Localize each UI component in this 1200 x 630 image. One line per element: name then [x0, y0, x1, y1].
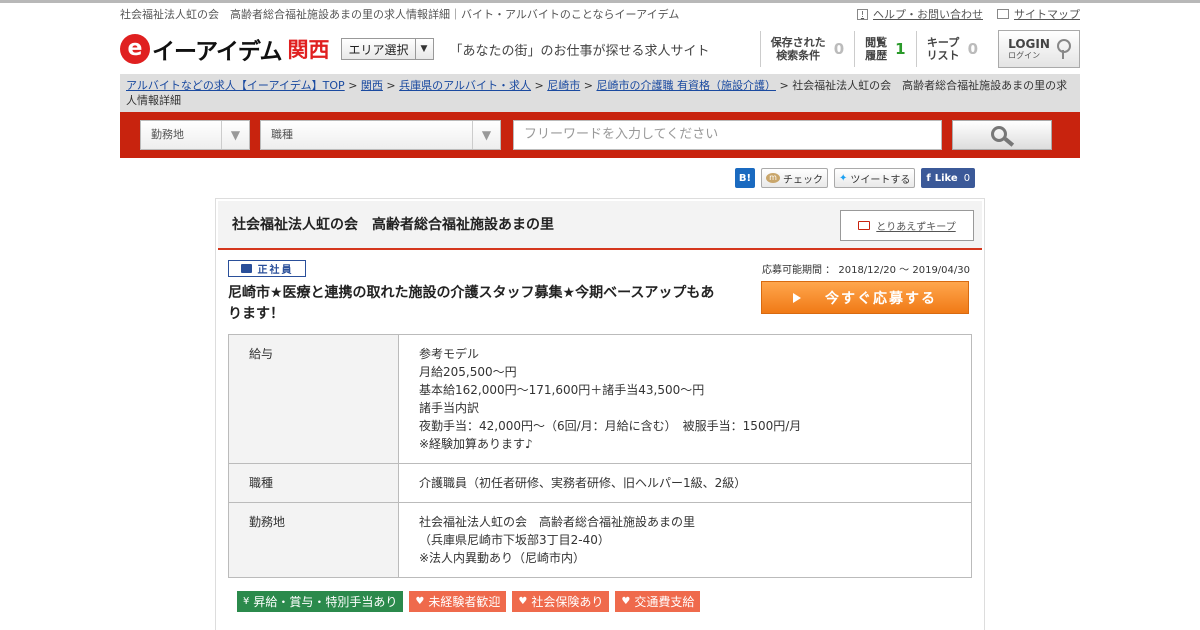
job-type-select[interactable]: 職種 ▼	[260, 120, 501, 150]
feature-tag: ♥ 交通費支給	[615, 591, 701, 612]
mixi-check-label: チェック	[783, 174, 823, 186]
tweet-button[interactable]: ✦ ツイートする	[834, 168, 916, 188]
breadcrumb-link[interactable]: 尼崎市	[547, 79, 580, 92]
area-select-label: エリア選択	[348, 42, 409, 57]
logo-region: 関西	[287, 38, 330, 62]
facebook-icon: f	[926, 172, 931, 184]
stat-value: 1	[895, 40, 906, 58]
breadcrumb-link[interactable]: アルバイトなどの求人【イーアイデム】TOP	[126, 79, 345, 92]
social-buttons: B! m チェック ✦ ツイートする f Like 0	[735, 168, 976, 188]
chevron-down-icon: ▼	[221, 121, 249, 149]
detail-value: 社会福祉法人虹の会 高齢者総合福祉施設あまの里 （兵庫県尼崎市下坂部3丁目2-4…	[398, 502, 972, 578]
heart-icon: ♥	[621, 596, 631, 607]
chevron-down-icon: ▼	[472, 121, 500, 149]
area-select-button[interactable]: エリア選択 ▼	[341, 38, 434, 60]
top-bar: 社会福祉法人虹の会 高齢者総合福祉施設あまの里の求人情報詳細｜バイト・アルバイト…	[120, 4, 1080, 24]
breadcrumb: アルバイトなどの求人【イーアイデム】TOP > 関西 > 兵庫県のアルバイト・求…	[120, 74, 1080, 112]
stat-label: キープ リスト	[926, 36, 960, 62]
twitter-icon: ✦	[839, 172, 848, 184]
job-type-select-label: 職種	[271, 128, 293, 141]
feature-tag-label: 交通費支給	[634, 595, 695, 609]
location-select[interactable]: 勤務地 ▼	[140, 120, 250, 150]
help-link[interactable]: ! ヘルプ・お問い合わせ	[857, 6, 983, 22]
feature-tag-label: 昇給・賞与・特別手当あり	[253, 595, 398, 609]
facebook-like-button[interactable]: f Like 0	[921, 168, 976, 188]
sitemap-icon	[997, 9, 1009, 19]
top-border	[0, 0, 1200, 3]
site-header: e イーアイデム 関西 エリア選択 ▼ 「あなたの街」のお仕事が探せる求人サイト…	[120, 26, 1080, 72]
employment-type-label: 正社員	[257, 265, 294, 276]
like-label: Like	[934, 172, 958, 184]
sitemap-link[interactable]: サイトマップ	[997, 6, 1080, 22]
breadcrumb-link[interactable]: 関西	[361, 79, 383, 92]
briefcase-icon	[240, 264, 252, 273]
saved-searches-stat[interactable]: 保存された 検索条件 0	[759, 31, 854, 67]
breadcrumb-link[interactable]: 尼崎市の介護職 有資格（施設介護）	[596, 79, 776, 92]
history-stat[interactable]: 閲覧 履歴 1	[854, 31, 915, 67]
keep-list-stat[interactable]: キープ リスト 0	[915, 31, 988, 67]
help-link-label: ヘルプ・お問い合わせ	[873, 8, 983, 21]
login-label: LOGIN	[1008, 36, 1050, 51]
table-row: 給与 参考モデル 月給205,500〜円 基本給162,000円〜171,600…	[228, 334, 972, 464]
location-select-label: 勤務地	[151, 128, 184, 141]
play-arrow-icon	[793, 292, 801, 303]
page-title: 社会福祉法人虹の会 高齢者総合福祉施設あまの里の求人情報詳細｜バイト・アルバイト…	[120, 8, 680, 21]
keyword-input[interactable]: フリーワードを入力してください	[513, 120, 942, 150]
application-period: 応募可能期間 ： 2018/12/20 ～ 2019/04/30	[762, 265, 970, 276]
job-details-table: 給与 参考モデル 月給205,500〜円 基本給162,000円〜171,600…	[228, 334, 972, 578]
company-name: 社会福祉法人虹の会 高齢者総合福祉施設あまの里	[232, 217, 554, 233]
mixi-check-button[interactable]: m チェック	[761, 168, 828, 188]
heart-icon: ♥	[415, 596, 425, 607]
feature-tag: ♥ 社会保険あり	[512, 591, 610, 612]
logo-mark-icon: e	[120, 34, 150, 64]
help-icon: !	[857, 8, 868, 20]
feature-tag: ¥ 昇給・賞与・特別手当あり	[237, 591, 404, 612]
stat-label: 保存された 検索条件	[770, 36, 826, 62]
job-card-header: 社会福祉法人虹の会 高齢者総合福祉施設あまの里 とりあえずキープ	[218, 201, 982, 250]
detail-label: 給与	[228, 334, 399, 464]
site-logo[interactable]: e イーアイデム 関西	[120, 32, 329, 66]
feature-tag-label: 社会保険あり	[531, 595, 604, 609]
apply-now-button[interactable]: 今すぐ応募する	[761, 281, 969, 314]
feature-tag-label: 未経験者歓迎	[428, 595, 501, 609]
sitemap-link-label: サイトマップ	[1014, 8, 1080, 21]
job-title: 尼崎市★医療と連携の取れた施設の介護スタッフ募集★今期ベースアップもあります！	[228, 285, 715, 322]
top-links: ! ヘルプ・お問い合わせ サイトマップ	[857, 6, 1080, 22]
yen-icon: ¥	[243, 596, 250, 607]
apply-now-label: 今すぐ応募する	[825, 290, 937, 307]
stat-value: 0	[967, 40, 978, 58]
key-icon	[1056, 39, 1071, 59]
search-button[interactable]	[952, 120, 1052, 150]
like-count: 0	[963, 172, 971, 184]
detail-value: 参考モデル 月給205,500〜円 基本給162,000円〜171,600円＋諸…	[398, 334, 972, 464]
chevron-down-icon: ▼	[414, 39, 433, 59]
user-stats: 保存された 検索条件 0 閲覧 履歴 1 キープ リスト 0 LOGIN ログイン	[759, 29, 1080, 69]
employment-type-badge: 正社員	[228, 260, 306, 277]
breadcrumb-link[interactable]: 兵庫県のアルバイト・求人	[399, 79, 531, 92]
mixi-icon: m	[766, 173, 780, 183]
site-tagline: 「あなたの街」のお仕事が探せる求人サイト	[449, 43, 710, 59]
detail-value: 介護職員（初任者研修、実務者研修、旧ヘルパー1級、2級）	[398, 463, 972, 503]
login-button[interactable]: LOGIN ログイン	[998, 30, 1080, 68]
search-bar: 勤務地 ▼ 職種 ▼ フリーワードを入力してください	[120, 112, 1080, 158]
login-label-group: LOGIN ログイン	[1008, 38, 1050, 61]
detail-label: 職種	[228, 463, 399, 503]
job-card: 社会福祉法人虹の会 高齢者総合福祉施設あまの里 とりあえずキープ 正社員 応募可…	[215, 198, 985, 630]
table-row: 勤務地 社会福祉法人虹の会 高齢者総合福祉施設あまの里 （兵庫県尼崎市下坂部3丁…	[228, 502, 972, 578]
folder-icon	[858, 221, 871, 230]
detail-label: 勤務地	[228, 502, 399, 578]
stat-label: 閲覧 履歴	[865, 36, 888, 62]
hatena-bookmark-button[interactable]: B!	[735, 168, 755, 188]
stat-value: 0	[833, 40, 845, 58]
tweet-label: ツイートする	[850, 174, 911, 186]
keep-button[interactable]: とりあえずキープ	[840, 210, 974, 241]
logo-text: イーアイデム	[152, 39, 282, 65]
heart-icon: ♥	[518, 596, 528, 607]
table-row: 職種 介護職員（初任者研修、実務者研修、旧ヘルパー1級、2級）	[228, 463, 972, 503]
feature-tag: ♥ 未経験者歓迎	[409, 591, 507, 612]
keep-button-label: とりあえずキープ	[876, 222, 956, 233]
login-sub-label: ログイン	[1008, 50, 1041, 60]
feature-tags: ¥ 昇給・賞与・特別手当あり ♥ 未経験者歓迎 ♥ 社会保険あり ♥ 交通費支給	[237, 591, 701, 612]
